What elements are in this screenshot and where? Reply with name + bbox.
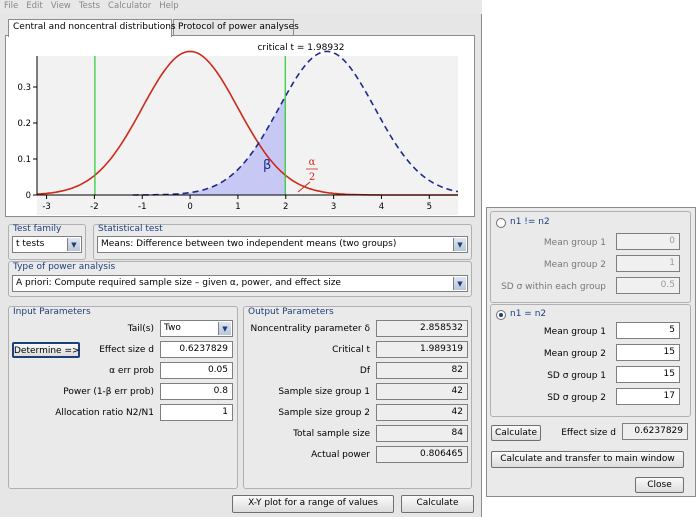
test-family-value: t tests — [16, 239, 45, 249]
side-equal-input-sd2[interactable]: 17 — [616, 388, 680, 405]
menu-edit[interactable]: Edit — [22, 0, 46, 14]
equal-n-title: n1 = n2 — [510, 309, 547, 319]
xy-plot-button[interactable]: X-Y plot for a range of values — [232, 495, 394, 513]
side-equal-label-sd2: SD σ group 2 — [547, 393, 606, 403]
side-equal-input-mean2[interactable]: 15 — [616, 344, 680, 361]
x-tick-label: -3 — [42, 202, 50, 212]
determine-button[interactable]: Determine => — [12, 342, 80, 358]
alpha-denominator: 2 — [309, 172, 315, 183]
side-unequal-label-mean2: Mean group 2 — [543, 260, 606, 270]
y-tick-label: 0.3 — [17, 83, 31, 93]
analysis-type-title: Type of power analysis — [13, 262, 116, 272]
x-tick-label: 4 — [379, 202, 384, 212]
unequal-n-title: n1 != n2 — [510, 217, 550, 227]
x-tick-label: -1 — [138, 202, 146, 212]
calculate-button[interactable]: Calculate — [401, 495, 474, 513]
equal-n-radio[interactable] — [496, 310, 506, 320]
calculate-transfer-button[interactable]: Calculate and transfer to main window — [491, 451, 684, 468]
menu-calculator[interactable]: Calculator — [104, 0, 155, 14]
distribution-plot-panel: -3 -2 -1 0 1 2 3 4 5 0.3 0.2 0.1 0 critical t = 1.9… — [5, 35, 475, 217]
allocation-ratio-label: Allocation ratio N2/N1 — [55, 408, 154, 418]
side-equal-label-mean2: Mean group 2 — [543, 349, 606, 359]
statistical-test-title: Statistical test — [98, 224, 163, 234]
test-family-select[interactable]: t tests ▼ — [12, 236, 82, 253]
effect-size-label: Effect size d — [99, 345, 154, 355]
distribution-plot: -3 -2 -1 0 1 2 3 4 5 0.3 0.2 0.1 0 critical t = 1.9… — [17, 43, 459, 215]
menu-help[interactable]: Help — [155, 0, 182, 14]
tails-select[interactable]: Two ▼ — [160, 320, 233, 337]
side-unequal-input-mean2[interactable]: 1 — [616, 255, 680, 272]
allocation-ratio-input[interactable]: 1 — [160, 404, 233, 421]
power-label: Power (1-β err prob) — [63, 387, 154, 397]
radio-selected-dot — [499, 313, 503, 317]
x-tick-label: -2 — [90, 202, 98, 212]
test-family-title: Test family — [13, 224, 62, 234]
output-label-sample-group1: Sample size group 1 — [278, 387, 370, 397]
statistical-test-value: Means: Difference between two independen… — [101, 239, 397, 249]
alpha-err-input[interactable]: 0.05 — [160, 362, 233, 379]
x-tick-label: 0 — [187, 202, 192, 212]
side-equal-input-sd1[interactable]: 15 — [616, 366, 680, 383]
side-unequal-input-mean1[interactable]: 0 — [616, 233, 680, 250]
y-tick-label: 0.2 — [17, 119, 31, 129]
x-tick-label: 2 — [283, 202, 288, 212]
tab-distributions[interactable]: Central and noncentral distributions — [8, 19, 176, 37]
menu-tests[interactable]: Tests — [75, 0, 104, 14]
output-value-critical-t: 1.989319 — [376, 341, 468, 358]
output-label-noncentrality: Noncentrality parameter δ — [250, 324, 370, 334]
output-value-sample-group2: 42 — [376, 404, 468, 421]
output-label-df: Df — [359, 366, 370, 376]
side-equal-label-mean1: Mean group 1 — [543, 327, 606, 337]
side-calculate-button[interactable]: Calculate — [491, 425, 541, 441]
side-equal-label-sd1: SD σ group 1 — [547, 371, 606, 381]
y-tick-label: 0 — [26, 191, 31, 201]
output-label-sample-group2: Sample size group 2 — [278, 408, 370, 418]
chevron-down-icon: ▼ — [218, 322, 231, 335]
effect-size-input[interactable]: 0.6237829 — [160, 341, 233, 358]
output-value-total-sample: 84 — [376, 425, 468, 442]
x-tick-label: 5 — [427, 202, 432, 212]
chevron-down-icon: ▼ — [453, 277, 466, 290]
side-effect-size-value: 0.6237829 — [622, 423, 688, 440]
chevron-down-icon: ▼ — [67, 238, 80, 251]
side-unequal-label-sd: SD σ within each group — [501, 282, 606, 292]
unequal-n-radio[interactable] — [496, 218, 506, 228]
analysis-type-select[interactable]: A priori: Compute required sample size –… — [12, 275, 468, 292]
menu-file[interactable]: File — [0, 0, 22, 14]
y-ticks: 0.3 0.2 0.1 0 — [17, 83, 37, 201]
alpha-numerator: α — [309, 157, 316, 168]
output-label-critical-t: Critical t — [332, 345, 370, 355]
menu-view[interactable]: View — [47, 0, 75, 14]
output-label-actual-power: Actual power — [311, 450, 370, 460]
tails-value: Two — [164, 323, 181, 333]
side-unequal-input-sd[interactable]: 0.5 — [616, 277, 680, 294]
side-effect-size-label: Effect size d — [561, 428, 616, 438]
critical-t-label: critical t = 1.98932 — [257, 43, 344, 53]
x-tick-label: 3 — [331, 202, 336, 212]
menu-bar: File Edit View Tests Calculator Help — [0, 0, 482, 14]
tails-label: Tail(s) — [127, 324, 154, 334]
output-value-actual-power: 0.806465 — [376, 446, 468, 463]
input-parameters-title: Input Parameters — [13, 307, 91, 317]
side-unequal-label-mean1: Mean group 1 — [543, 238, 606, 248]
alpha-err-label: α err prob — [109, 366, 154, 376]
statistical-test-select[interactable]: Means: Difference between two independen… — [97, 236, 468, 253]
tab-protocol[interactable]: Protocol of power analyses — [173, 19, 299, 36]
output-parameters-title: Output Parameters — [248, 307, 334, 317]
beta-label: β — [263, 158, 271, 173]
output-label-total-sample: Total sample size — [293, 429, 370, 439]
side-equal-input-mean1[interactable]: 5 — [616, 322, 680, 339]
chevron-down-icon: ▼ — [453, 238, 466, 251]
y-tick-label: 0.1 — [17, 155, 31, 165]
x-tick-label: 1 — [235, 202, 240, 212]
output-value-df: 82 — [376, 362, 468, 379]
close-button[interactable]: Close — [635, 477, 684, 493]
output-value-sample-group1: 42 — [376, 383, 468, 400]
analysis-type-value: A priori: Compute required sample size –… — [16, 278, 341, 288]
power-input[interactable]: 0.8 — [160, 383, 233, 400]
output-value-noncentrality: 2.858532 — [376, 320, 468, 337]
